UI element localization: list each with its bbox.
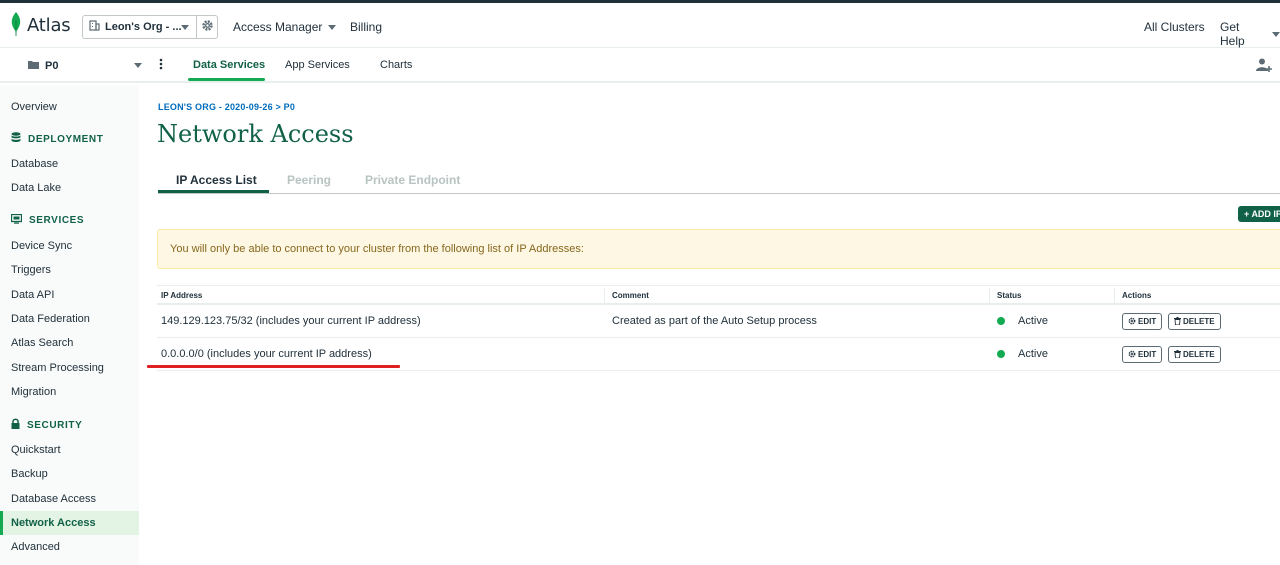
- gear-icon: [201, 19, 214, 35]
- column-header-status[interactable]: Status: [997, 291, 1021, 300]
- billing-link[interactable]: Billing: [350, 20, 382, 34]
- access-manager-menu[interactable]: Access Manager: [233, 20, 337, 34]
- database-icon: [11, 132, 21, 146]
- sidebar-item-data-federation[interactable]: Data Federation: [11, 313, 90, 325]
- monitor-icon: [10, 213, 23, 227]
- sidebar: Overview DEPLOYMENT Database Data Lake S…: [0, 85, 139, 565]
- page-title: Network Access: [157, 120, 354, 148]
- sidebar-item-database[interactable]: Database: [11, 158, 58, 170]
- sidebar-item-database-access[interactable]: Database Access: [11, 493, 96, 505]
- comment-cell: Created as part of the Auto Setup proces…: [612, 315, 817, 327]
- tab-app-services[interactable]: App Services: [285, 59, 350, 71]
- project-name: P0: [45, 60, 59, 72]
- column-header-comment[interactable]: Comment: [612, 291, 649, 300]
- table-header: IP Address Comment Status Actions: [157, 285, 1280, 305]
- tab-peering[interactable]: Peering: [287, 173, 331, 187]
- delete-label: DELETE: [1183, 350, 1215, 359]
- tab-data-services[interactable]: Data Services: [193, 59, 265, 71]
- access-manager-label: Access Manager: [233, 20, 323, 34]
- trash-icon: [1174, 349, 1181, 360]
- chevron-down-icon: [181, 25, 189, 30]
- building-icon: [89, 20, 100, 34]
- tab-ip-access-list[interactable]: IP Access List: [176, 173, 257, 187]
- all-clusters-label: All Clusters: [1144, 20, 1205, 34]
- annotation-underline: [147, 365, 400, 368]
- active-tab-indicator: [158, 190, 269, 193]
- organization-name: Leon's Org - ...: [105, 21, 182, 33]
- chevron-down-icon: [1272, 31, 1280, 37]
- sidebar-item-data-api[interactable]: Data API: [11, 289, 54, 301]
- column-header-actions: Actions: [1122, 291, 1152, 300]
- sidebar-item-quickstart[interactable]: Quickstart: [11, 444, 61, 456]
- sidebar-item-backup[interactable]: Backup: [11, 468, 48, 480]
- edit-label: EDIT: [1138, 317, 1157, 326]
- status-cell: Active: [1018, 348, 1048, 360]
- status-active-dot-icon: [997, 317, 1005, 325]
- project-navigation-bar: P0 Data Services App Services Charts: [0, 48, 1280, 83]
- column-divider: [604, 288, 605, 304]
- sidebar-item-migration[interactable]: Migration: [11, 386, 56, 398]
- column-divider: [1114, 288, 1115, 304]
- sidebar-item-overview[interactable]: Overview: [11, 101, 57, 113]
- lock-icon: [11, 418, 20, 432]
- edit-label: EDIT: [1138, 350, 1157, 359]
- get-help-label: Get Help: [1220, 20, 1245, 48]
- trash-icon: [1174, 316, 1181, 327]
- active-tab-indicator: [188, 78, 265, 81]
- sidebar-item-advanced[interactable]: Advanced: [11, 541, 60, 553]
- get-help-menu[interactable]: Get Help: [1220, 20, 1280, 48]
- chevron-down-icon: [328, 24, 337, 30]
- sidebar-section-title: SERVICES: [29, 215, 85, 226]
- add-ip-label: ADD IP: [1251, 209, 1280, 219]
- org-settings-button[interactable]: [196, 15, 218, 39]
- sidebar-section-services: SERVICES: [10, 213, 85, 227]
- status-cell: Active: [1018, 315, 1048, 327]
- gear-icon: [1128, 317, 1136, 327]
- ip-address-cell: 0.0.0.0/0 (includes your current IP addr…: [161, 348, 372, 360]
- gear-icon: [1128, 350, 1136, 360]
- sidebar-item-network-access[interactable]: Network Access: [11, 517, 96, 529]
- sidebar-section-title: SECURITY: [27, 419, 83, 431]
- delete-label: DELETE: [1183, 317, 1215, 326]
- ip-address-cell: 149.129.123.75/32 (includes your current…: [161, 315, 421, 327]
- delete-button[interactable]: DELETE: [1168, 346, 1221, 363]
- more-options-icon[interactable]: [159, 58, 163, 72]
- sidebar-section-title: DEPLOYMENT: [28, 133, 104, 145]
- leaf-icon: [10, 12, 22, 39]
- sidebar-section-security: SECURITY: [11, 418, 82, 432]
- status-active-dot-icon: [997, 350, 1005, 358]
- edit-button[interactable]: EDIT: [1122, 313, 1163, 330]
- chevron-down-icon[interactable]: [134, 63, 142, 68]
- sidebar-item-triggers[interactable]: Triggers: [11, 264, 51, 276]
- table-row: 149.129.123.75/32 (includes your current…: [157, 305, 1280, 338]
- breadcrumb[interactable]: LEON'S ORG - 2020-09-26 > P0: [158, 102, 295, 112]
- organization-select[interactable]: Leon's Org - ...: [82, 15, 197, 39]
- warning-banner: You will only be able to connect to your…: [157, 229, 1280, 269]
- warning-banner-text: You will only be able to connect to your…: [170, 243, 584, 255]
- delete-button[interactable]: DELETE: [1168, 313, 1221, 330]
- network-access-tabs: IP Access List Peering Private Endpoint: [158, 166, 1280, 194]
- column-header-ip-address[interactable]: IP Address: [161, 291, 202, 300]
- project-select[interactable]: P0: [28, 60, 58, 72]
- invite-user-icon[interactable]: [1256, 57, 1272, 76]
- billing-label: Billing: [350, 20, 383, 34]
- sidebar-section-deployment: DEPLOYMENT: [11, 132, 103, 146]
- add-ip-address-button[interactable]: + ADD IP: [1238, 206, 1280, 222]
- atlas-logo[interactable]: Atlas: [10, 12, 71, 39]
- ip-access-table: IP Address Comment Status Actions 149.12…: [157, 285, 1280, 371]
- sidebar-item-data-lake[interactable]: Data Lake: [11, 182, 61, 194]
- top-navigation-bar: Atlas Leon's Org - ... Access Manager Bi…: [0, 0, 1280, 48]
- tab-charts[interactable]: Charts: [380, 59, 412, 71]
- edit-button[interactable]: EDIT: [1122, 346, 1163, 363]
- sidebar-item-device-sync[interactable]: Device Sync: [11, 240, 72, 252]
- sidebar-item-atlas-search[interactable]: Atlas Search: [11, 337, 73, 349]
- tab-private-endpoint[interactable]: Private Endpoint: [365, 173, 460, 187]
- column-divider: [989, 288, 990, 304]
- all-clusters-link[interactable]: All Clusters: [1144, 20, 1205, 34]
- plus-icon: +: [1244, 209, 1250, 219]
- logo-text: Atlas: [27, 15, 71, 36]
- folder-icon: [28, 60, 39, 72]
- sidebar-item-stream-processing[interactable]: Stream Processing: [11, 362, 104, 374]
